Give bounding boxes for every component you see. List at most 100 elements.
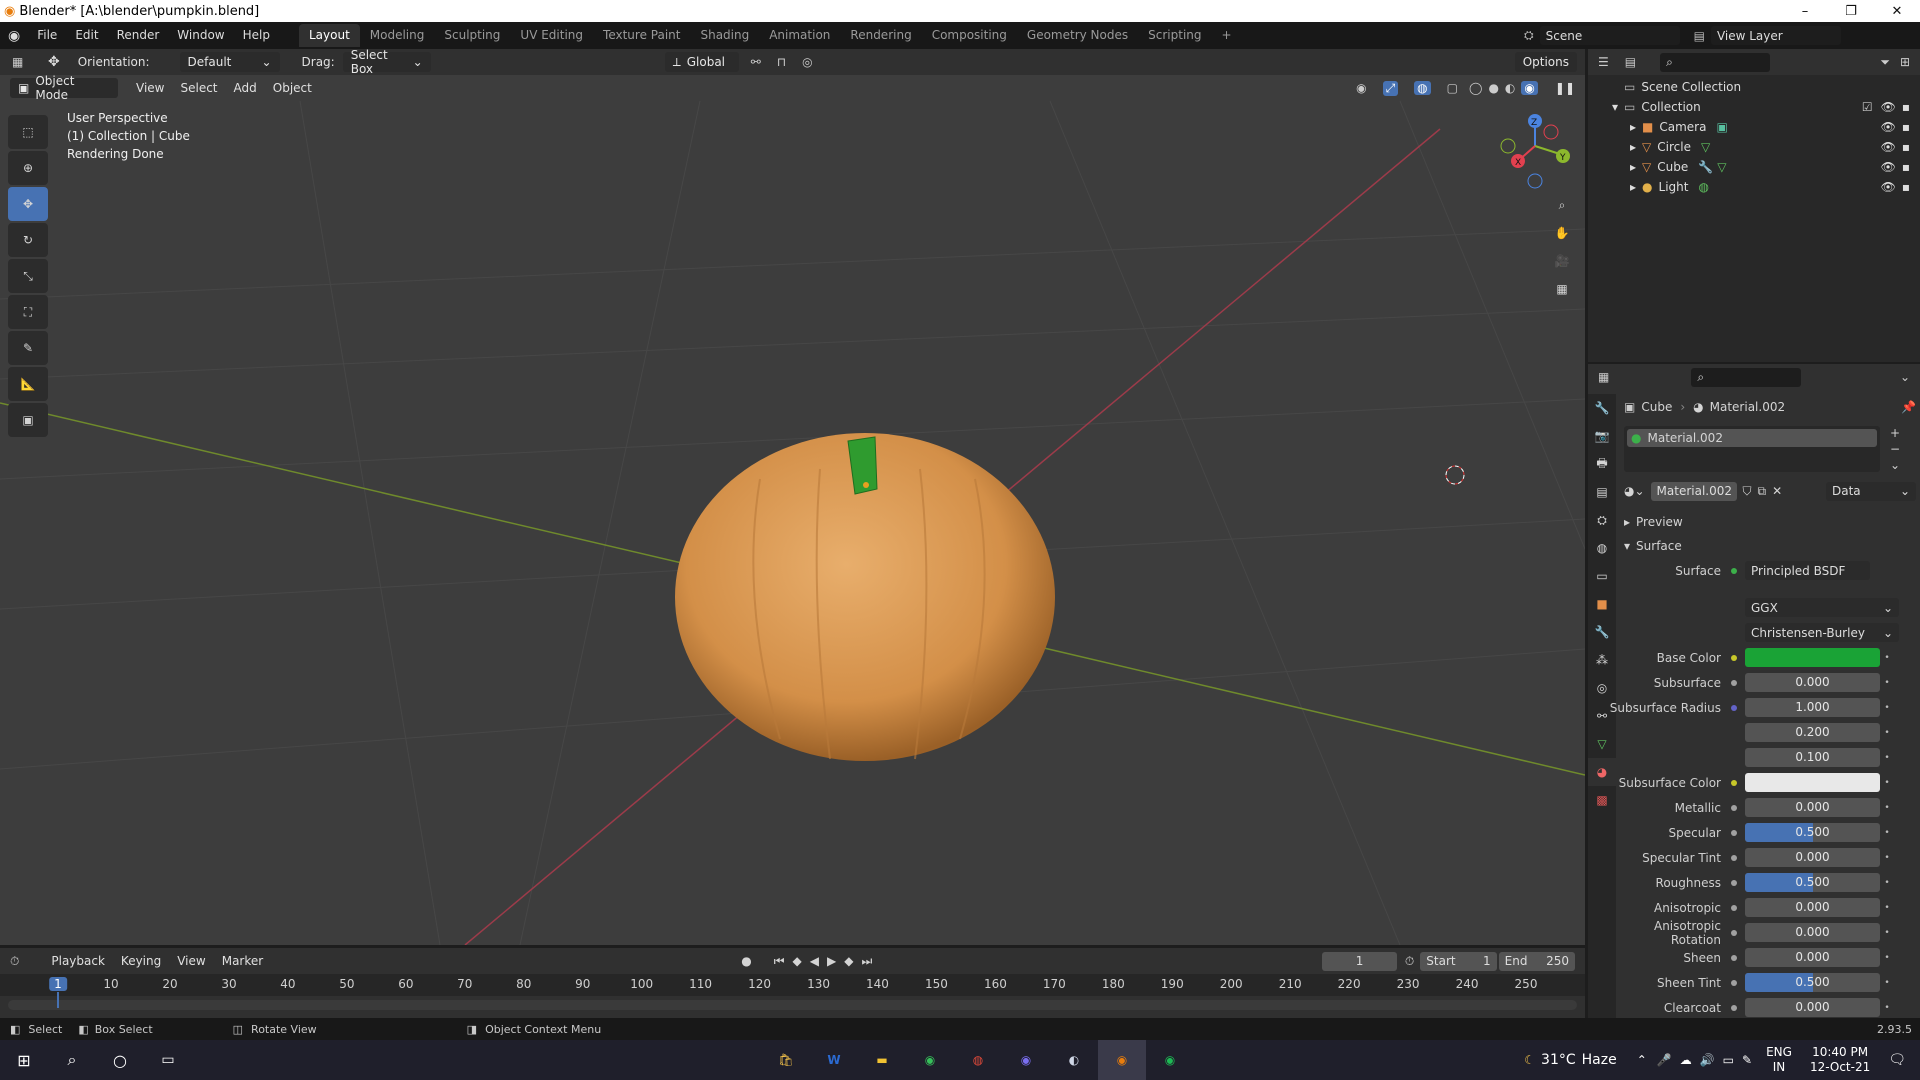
pin-icon[interactable]: 📌 [1901,400,1916,414]
snap-icon[interactable]: ⊓ [777,55,786,69]
cortana-icon[interactable]: ○ [96,1040,144,1080]
close-button[interactable]: ✕ [1874,0,1920,22]
visibility-icon[interactable]: ◉ [1356,81,1366,95]
annotate-tool[interactable]: ✎ [8,331,48,365]
end-frame-field[interactable]: End 250 [1498,951,1575,971]
rotate-tool[interactable]: ↻ [8,223,48,257]
proportional-edit-icon[interactable]: ◎ [802,55,812,69]
outliner-row-light[interactable]: ▸ ● Light ◍ 👁 ▪ [1598,177,1910,197]
new-collection-icon[interactable]: ⊞ [1900,55,1910,69]
tab-texture-paint[interactable]: Texture Paint [593,24,690,47]
menu-help[interactable]: Help [234,22,279,49]
view-layer-tab-icon[interactable]: ▤ [1588,478,1616,506]
render-camera-icon[interactable]: ▪ [1902,120,1910,134]
cursor-tool[interactable]: ⊕ [8,151,48,185]
expand-arrow-icon[interactable]: ▾ [1612,100,1618,114]
perspective-grid-icon[interactable]: ▦ [1548,275,1576,303]
fake-user-icon[interactable]: ⛉ [1743,484,1752,499]
eye-icon[interactable]: 👁 [1881,180,1896,194]
play-icon[interactable]: ▶ [827,954,836,968]
render-camera-icon[interactable]: ▪ [1902,180,1910,194]
transform-tool-icon[interactable]: ✥ [48,54,60,70]
scale-tool[interactable]: ⤡ [8,259,48,293]
jump-start-icon[interactable]: ⏮ [774,954,785,969]
keyframe-dot-icon[interactable]: • [1880,878,1894,888]
tab-shading[interactable]: Shading [690,24,759,47]
add-cube-tool[interactable]: ▣ [8,403,48,437]
outliner-row-cube[interactable]: ▸ ▽ Cube 🔧 ▽ 👁 ▪ [1598,157,1910,177]
scene-selector[interactable]: Scene [1539,26,1680,45]
surface-panel-header[interactable]: ▾ Surface [1624,534,1916,558]
properties-editor-icon[interactable]: ▦ [1598,370,1609,384]
outliner-editor-icon[interactable]: ☰ [1598,55,1609,69]
keyframe-dot-icon[interactable]: • [1880,853,1894,863]
tool-tab-icon[interactable]: 🔧 [1588,394,1616,422]
network-icon[interactable]: ▭ [1723,1053,1734,1067]
editor-type-icon[interactable]: ▦ [12,55,34,69]
numeric-slider[interactable]: 0.500 [1745,873,1880,892]
wireframe-shading-icon[interactable]: ◯ [1469,81,1482,95]
keyframe-dot-icon[interactable]: • [1880,903,1894,913]
view-layer-selector[interactable]: View Layer [1710,26,1841,45]
view-layer-icon[interactable]: ▤ [1694,29,1705,43]
keyframe-dot-icon[interactable]: • [1880,703,1894,713]
3d-viewport[interactable]: Z Y X ▦ ✥ Orientation: Default ⌄ Drag: Se… [0,49,1585,945]
gizmo-toggle-icon[interactable]: ⤢ [1382,80,1399,96]
eye-icon[interactable]: 👁 [1881,160,1896,174]
object-menu[interactable]: Object [265,81,320,95]
keyframe-dot-icon[interactable]: • [1880,978,1894,988]
menu-edit[interactable]: Edit [66,22,107,49]
keyframe-dot-icon[interactable]: • [1880,828,1894,838]
numeric-slider[interactable]: 0.000 [1745,848,1880,867]
numeric-slider[interactable]: 0.000 [1745,798,1880,817]
timeline-scrollbar[interactable] [8,1000,1577,1010]
numeric-slider[interactable]: 0.000 [1745,923,1880,942]
transform-tool[interactable]: ⛶ [8,295,48,329]
color-swatch[interactable] [1745,648,1880,667]
material-name-field[interactable]: Material.002 [1650,481,1737,501]
add-slot-icon[interactable]: + [1890,426,1900,440]
add-workspace-icon[interactable]: + [1212,24,1242,47]
output-tab-icon[interactable]: 🖶 [1588,450,1616,478]
transform-space-dropdown[interactable]: ⟂ Global [664,52,739,72]
measure-tool[interactable]: 📐 [8,367,48,401]
collapse-arrow-icon[interactable]: ▸ [1630,140,1636,154]
volume-icon[interactable]: 🔊 [1700,1053,1715,1067]
solid-shading-icon[interactable]: ● [1488,81,1498,95]
link-dropdown[interactable]: Data ⌄ [1826,481,1916,501]
tab-rendering[interactable]: Rendering [840,24,921,47]
keyframe-dot-icon[interactable]: • [1880,928,1894,938]
drag-dropdown[interactable]: Select Box ⌄ [342,49,431,76]
steam-icon[interactable]: ◐ [1050,1040,1098,1080]
outliner-row-circle[interactable]: ▸ ▽ Circle ▽ 👁 ▪ [1598,137,1910,157]
tab-geometry-nodes[interactable]: Geometry Nodes [1017,24,1138,47]
select-box-tool[interactable]: ⬚ [8,115,48,149]
keyframe-dot-icon[interactable]: • [1880,1003,1894,1013]
blender-taskbar-icon[interactable]: ◉ [1098,1040,1146,1080]
zoom-icon[interactable]: ⌕ [1548,191,1576,219]
eye-icon[interactable]: 👁 [1881,100,1896,114]
tab-layout[interactable]: Layout [298,24,360,47]
chrome-icon[interactable]: ◍ [954,1040,1002,1080]
preview-panel-header[interactable]: ▸ Preview [1624,510,1916,534]
tab-uv-editing[interactable]: UV Editing [510,24,593,47]
outliner-row-camera[interactable]: ▸ ■ Camera ▣ 👁 ▪ [1598,117,1910,137]
keyframe-dot-icon[interactable]: • [1880,953,1894,963]
rendered-shading-icon[interactable]: ◉ [1521,81,1538,95]
playback-menu[interactable]: Playback [43,954,113,968]
slot-menu-icon[interactable]: ⌄ [1890,458,1900,472]
record-icon[interactable]: ● [741,954,751,968]
properties-search[interactable]: ⌕ [1691,367,1802,387]
blender-menu-icon[interactable]: ◉ [0,28,28,44]
windows-start-icon[interactable]: ⊞ [0,1040,48,1080]
numeric-slider[interactable]: 0.500 [1745,973,1880,992]
tray-chevron-icon[interactable]: ⌃ [1637,1053,1647,1067]
weather-temperature[interactable]: 31°C [1541,1052,1576,1068]
view-menu[interactable]: View [128,81,172,95]
play-reverse-icon[interactable]: ◀ [810,954,819,968]
store-icon[interactable]: 🛍 [762,1040,810,1080]
collapse-arrow-icon[interactable]: ▸ [1630,180,1636,194]
filter-icon[interactable]: ⏷ [1880,55,1890,70]
material-slot-item[interactable]: ● Material.002 [1627,429,1877,447]
keyframe-dot-icon[interactable]: • [1880,728,1894,738]
